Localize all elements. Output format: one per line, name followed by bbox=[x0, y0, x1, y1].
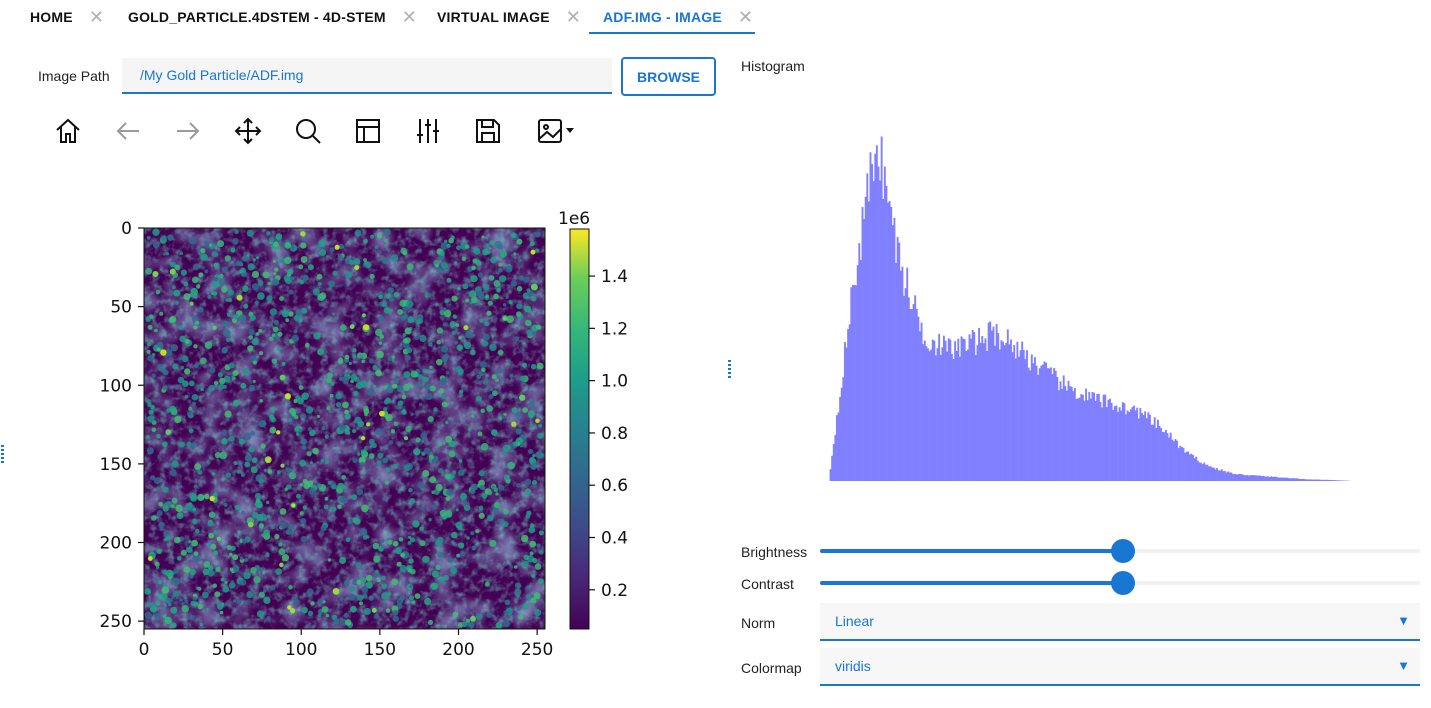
save-icon[interactable] bbox=[470, 113, 506, 149]
y-tick-label: 200 bbox=[100, 534, 132, 554]
back-arrow-icon[interactable] bbox=[110, 113, 146, 149]
tab-bar: HOME ✕ GOLD_PARTICLE.4DSTEM - 4D-STEM ✕ … bbox=[0, 0, 780, 34]
x-tick-label: 100 bbox=[285, 640, 317, 660]
close-icon[interactable]: ✕ bbox=[738, 7, 753, 28]
x-tick-label: 150 bbox=[364, 640, 396, 660]
heatmap-plot: 0 50 100 150 200 250 0 50 100 150 200 250 1e6 0.2 0… bbox=[90, 200, 650, 675]
colorbar-tick-label: 0.4 bbox=[601, 528, 628, 548]
colorbar-ticks: 0.2 0.4 0.6 0.8 1.0 1.2 1.4 bbox=[589, 267, 628, 601]
colorbar-tick-label: 0.8 bbox=[601, 424, 628, 444]
norm-select[interactable]: Linear ▼ bbox=[820, 603, 1420, 641]
histogram bbox=[820, 130, 1380, 495]
close-icon[interactable]: ✕ bbox=[566, 7, 581, 28]
x-tick-label: 0 bbox=[139, 640, 150, 660]
brightness-label: Brightness bbox=[741, 544, 808, 560]
x-tick-label: 250 bbox=[521, 640, 553, 660]
tab-home[interactable]: HOME ✕ bbox=[30, 0, 104, 34]
y-tick-label: 250 bbox=[100, 612, 132, 632]
image-dropdown-icon[interactable] bbox=[534, 113, 578, 149]
x-tick-label: 50 bbox=[212, 640, 234, 660]
colorbar-tick-label: 1.4 bbox=[601, 267, 628, 287]
y-tick-label: 150 bbox=[100, 455, 132, 475]
colorbar-tick-label: 0.6 bbox=[601, 476, 628, 496]
colormap-value: viridis bbox=[835, 658, 871, 674]
left-panel-splitter[interactable] bbox=[1, 445, 4, 465]
browse-button[interactable]: BROWSE bbox=[621, 57, 716, 96]
colorbar-multiplier: 1e6 bbox=[558, 209, 590, 229]
forward-arrow-icon[interactable] bbox=[170, 113, 206, 149]
x-axis: 0 50 100 150 200 250 bbox=[139, 629, 553, 660]
colorbar-tick-label: 1.2 bbox=[601, 319, 628, 339]
slider-thumb[interactable] bbox=[1111, 571, 1135, 595]
close-icon[interactable]: ✕ bbox=[89, 7, 104, 28]
tab-label: GOLD_PARTICLE.4DSTEM - 4D-STEM bbox=[128, 9, 386, 25]
tab-label: VIRTUAL IMAGE bbox=[437, 9, 550, 25]
image-path-input[interactable] bbox=[122, 58, 612, 94]
tab-gold-particle[interactable]: GOLD_PARTICLE.4DSTEM - 4D-STEM ✕ bbox=[128, 0, 417, 34]
colormap-label: Colormap bbox=[741, 660, 802, 676]
triangle-down-icon: ▼ bbox=[1397, 613, 1410, 628]
norm-value: Linear bbox=[835, 613, 874, 629]
tab-label: HOME bbox=[30, 9, 73, 25]
tab-adf-img[interactable]: ADF.IMG - IMAGE ✕ bbox=[588, 0, 756, 34]
heatmap-svg: 0 50 100 150 200 250 050100150200250 1e6 0.20… bbox=[100, 209, 629, 660]
brightness-slider[interactable] bbox=[820, 539, 1420, 563]
middle-panel-splitter[interactable] bbox=[728, 360, 731, 380]
triangle-down-icon: ▼ bbox=[1397, 658, 1410, 673]
x-tick-label: 200 bbox=[442, 640, 474, 660]
adjust-sliders-icon[interactable] bbox=[410, 113, 446, 149]
plot-toolbar bbox=[50, 113, 590, 149]
image-path-label: Image Path bbox=[38, 68, 110, 84]
colorbar-tick-label: 1.0 bbox=[601, 372, 628, 392]
histogram-svg bbox=[829, 136, 1351, 482]
y-tick-label: 100 bbox=[100, 376, 132, 396]
colorbar-tick-label: 0.2 bbox=[601, 581, 628, 601]
slider-thumb[interactable] bbox=[1111, 539, 1135, 563]
home-icon[interactable] bbox=[50, 113, 86, 149]
pan-icon[interactable] bbox=[230, 113, 266, 149]
tab-virtual-image[interactable]: VIRTUAL IMAGE ✕ bbox=[437, 0, 581, 34]
tab-label: ADF.IMG - IMAGE bbox=[603, 9, 722, 25]
contrast-slider[interactable] bbox=[820, 571, 1420, 595]
y-tick-label: 0 bbox=[121, 219, 132, 239]
norm-label: Norm bbox=[741, 615, 776, 631]
y-tick-label: 50 bbox=[110, 298, 132, 318]
colormap-select[interactable]: viridis ▼ bbox=[820, 648, 1420, 686]
zoom-icon[interactable] bbox=[290, 113, 326, 149]
histogram-title: Histogram bbox=[741, 58, 805, 74]
contrast-label: Contrast bbox=[741, 576, 794, 592]
close-icon[interactable]: ✕ bbox=[402, 7, 417, 28]
subplots-icon[interactable] bbox=[350, 113, 386, 149]
colorbar bbox=[569, 228, 590, 630]
